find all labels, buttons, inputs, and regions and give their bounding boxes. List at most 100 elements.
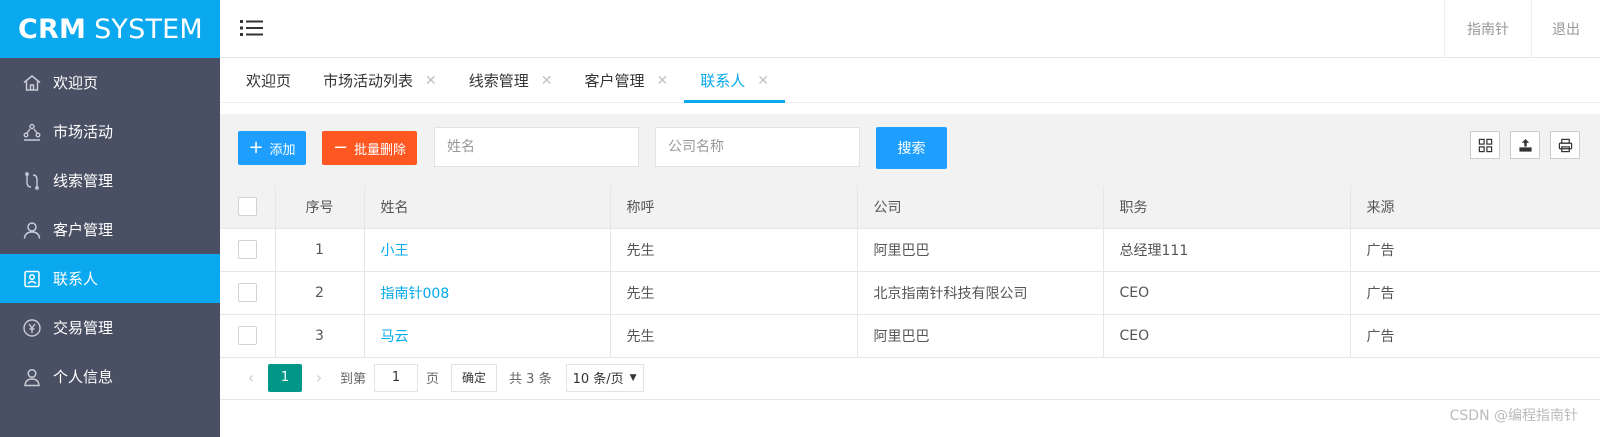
next-page-icon[interactable]: › xyxy=(306,368,332,387)
row-checkbox[interactable] xyxy=(237,283,257,302)
tab-clue[interactable]: 线索管理 ✕ xyxy=(453,58,569,103)
table-cell: 先生 xyxy=(610,228,858,272)
plus-icon: + xyxy=(248,137,264,158)
batch-delete-label: 批量删除 xyxy=(354,142,407,158)
sidebar-item-customer[interactable]: 客户管理 xyxy=(0,205,220,254)
table-tools xyxy=(1470,131,1580,159)
tab-welcome[interactable]: 欢迎页 xyxy=(230,58,307,103)
batch-delete-button[interactable]: − 批量删除 xyxy=(322,131,417,165)
logo-rest-text: SYSTEM xyxy=(94,13,203,45)
chevron-down-icon: ▼ xyxy=(629,372,637,383)
column-header[interactable]: 称呼 xyxy=(610,186,858,229)
prev-page-icon[interactable]: ‹ xyxy=(238,368,264,387)
sidebar-item-label: 个人信息 xyxy=(53,368,114,386)
add-button[interactable]: + 添加 xyxy=(238,131,306,165)
tab-contacts[interactable]: 联系人 ✕ xyxy=(684,58,785,103)
sidebar-item-profile[interactable]: 个人信息 xyxy=(0,352,220,401)
logout-link[interactable]: 退出 xyxy=(1531,0,1600,57)
table-cell: 小王 xyxy=(364,228,611,272)
column-header[interactable]: 职务 xyxy=(1103,186,1351,229)
name-search-input[interactable] xyxy=(434,127,639,167)
column-header[interactable]: 公司 xyxy=(857,186,1104,229)
tab-market-list[interactable]: 市场活动列表 ✕ xyxy=(307,58,453,103)
search-button[interactable]: 搜索 xyxy=(876,127,947,169)
tab-bar: 欢迎页 市场活动列表 ✕ 线索管理 ✕ 客户管理 ✕ 联系人 ✕ xyxy=(220,58,1600,103)
print-icon[interactable] xyxy=(1550,131,1580,159)
row-check-cell xyxy=(220,228,276,272)
row-check-cell xyxy=(220,314,276,358)
add-button-label: 添加 xyxy=(269,142,296,158)
table-row[interactable]: 2 指南针008 先生 北京指南针科技有限公司 CEO 广告 xyxy=(220,271,1600,315)
user-menu[interactable]: 指南针 xyxy=(1444,0,1531,57)
sidebar-item-welcome[interactable]: 欢迎页 xyxy=(0,58,220,107)
table-cell: 北京指南针科技有限公司 xyxy=(857,271,1104,315)
table-cell: 1 xyxy=(275,228,365,272)
close-icon[interactable]: ✕ xyxy=(541,73,553,89)
tab-customer[interactable]: 客户管理 ✕ xyxy=(569,58,685,103)
table-cell: 指南针008 xyxy=(364,271,611,315)
columns-icon[interactable] xyxy=(1470,131,1500,159)
total-count: 共 3 条 xyxy=(509,372,552,387)
contact-name-link[interactable]: 指南针008 xyxy=(381,286,450,302)
select-all-checkbox[interactable] xyxy=(237,197,257,217)
tab-label: 联系人 xyxy=(700,72,746,90)
menu-icon[interactable] xyxy=(240,17,264,39)
column-header[interactable]: 姓名 xyxy=(364,186,611,229)
sidebar-item-clue[interactable]: 线索管理 xyxy=(0,156,220,205)
sidebar-item-contacts[interactable]: 联系人 xyxy=(0,254,220,303)
column-header[interactable]: 来源 xyxy=(1350,186,1600,229)
column-header[interactable]: 序号 xyxy=(275,186,365,229)
sidebar-item-trade[interactable]: 交易管理 xyxy=(0,303,220,352)
table-row[interactable]: 1 小王 先生 阿里巴巴 总经理111 广告 xyxy=(220,228,1600,272)
person-icon xyxy=(22,367,42,387)
close-icon[interactable]: ✕ xyxy=(425,73,437,89)
watermark: CSDN @编程指南针 xyxy=(1449,408,1578,424)
table-cell: 总经理111 xyxy=(1103,228,1351,272)
clue-icon xyxy=(22,171,42,191)
sidebar-item-label: 交易管理 xyxy=(53,319,114,337)
contacts-table-wrap: 序号 姓名 称呼 公司 职务 来源 1 小王 先生 阿里巴巴 总经理111 广告 xyxy=(220,186,1600,358)
contact-name-link[interactable]: 马云 xyxy=(381,329,409,345)
page-size-select[interactable]: 10 条/页 ▼ xyxy=(565,363,644,392)
tab-label: 欢迎页 xyxy=(246,72,292,90)
sidebar-item-label: 客户管理 xyxy=(53,221,114,239)
sidebar-item-label: 联系人 xyxy=(53,270,99,288)
logo-bold-text: CRM xyxy=(18,13,87,45)
table-cell: 3 xyxy=(275,314,365,358)
table-cell: 广告 xyxy=(1350,228,1600,272)
sidebar-nav: 欢迎页 市场活动 线索管理 客户管理 联系人 交易管理 个人信息 xyxy=(0,58,220,401)
search-toolbar: + 添加 − 批量删除 搜索 xyxy=(220,114,1600,186)
app-logo[interactable]: CRM SYSTEM xyxy=(0,0,220,58)
page-unit-label: 页 xyxy=(426,372,440,387)
table-cell: 阿里巴巴 xyxy=(857,228,1104,272)
table-cell: CEO xyxy=(1103,271,1351,315)
sidebar-item-market[interactable]: 市场活动 xyxy=(0,107,220,156)
sidebar: CRM SYSTEM 欢迎页 市场活动 线索管理 客户管理 联系人 交易管理 个… xyxy=(0,0,220,437)
contact-name-link[interactable]: 小王 xyxy=(381,243,409,259)
current-page-button[interactable]: 1 xyxy=(268,363,302,392)
tab-label: 市场活动列表 xyxy=(323,72,414,90)
contact-card-icon xyxy=(22,269,42,289)
table-cell: 2 xyxy=(275,271,365,315)
goto-confirm-button[interactable]: 确定 xyxy=(451,363,498,392)
row-checkbox[interactable] xyxy=(237,240,257,259)
table-row[interactable]: 3 马云 先生 阿里巴巴 CEO 广告 xyxy=(220,314,1600,358)
top-header: 指南针 退出 xyxy=(220,0,1600,58)
table-cell: 先生 xyxy=(610,271,858,315)
tab-label: 线索管理 xyxy=(468,72,529,90)
table-cell: 广告 xyxy=(1350,271,1600,315)
contacts-table: 序号 姓名 称呼 公司 职务 来源 1 小王 先生 阿里巴巴 总经理111 广告 xyxy=(220,186,1600,358)
table-cell: 马云 xyxy=(364,314,611,358)
export-icon[interactable] xyxy=(1510,131,1540,159)
close-icon[interactable]: ✕ xyxy=(757,73,769,89)
close-icon[interactable]: ✕ xyxy=(657,73,669,89)
page-size-value: 10 条/页 xyxy=(572,372,624,387)
row-checkbox[interactable] xyxy=(237,326,257,345)
company-search-input[interactable] xyxy=(655,127,860,167)
table-header-row: 序号 姓名 称呼 公司 职务 来源 xyxy=(220,186,1600,229)
table-cell: 广告 xyxy=(1350,314,1600,358)
goto-page-input[interactable] xyxy=(374,363,419,392)
goto-label: 到第 xyxy=(340,372,367,387)
minus-icon: − xyxy=(332,137,349,158)
home-icon xyxy=(22,73,42,93)
